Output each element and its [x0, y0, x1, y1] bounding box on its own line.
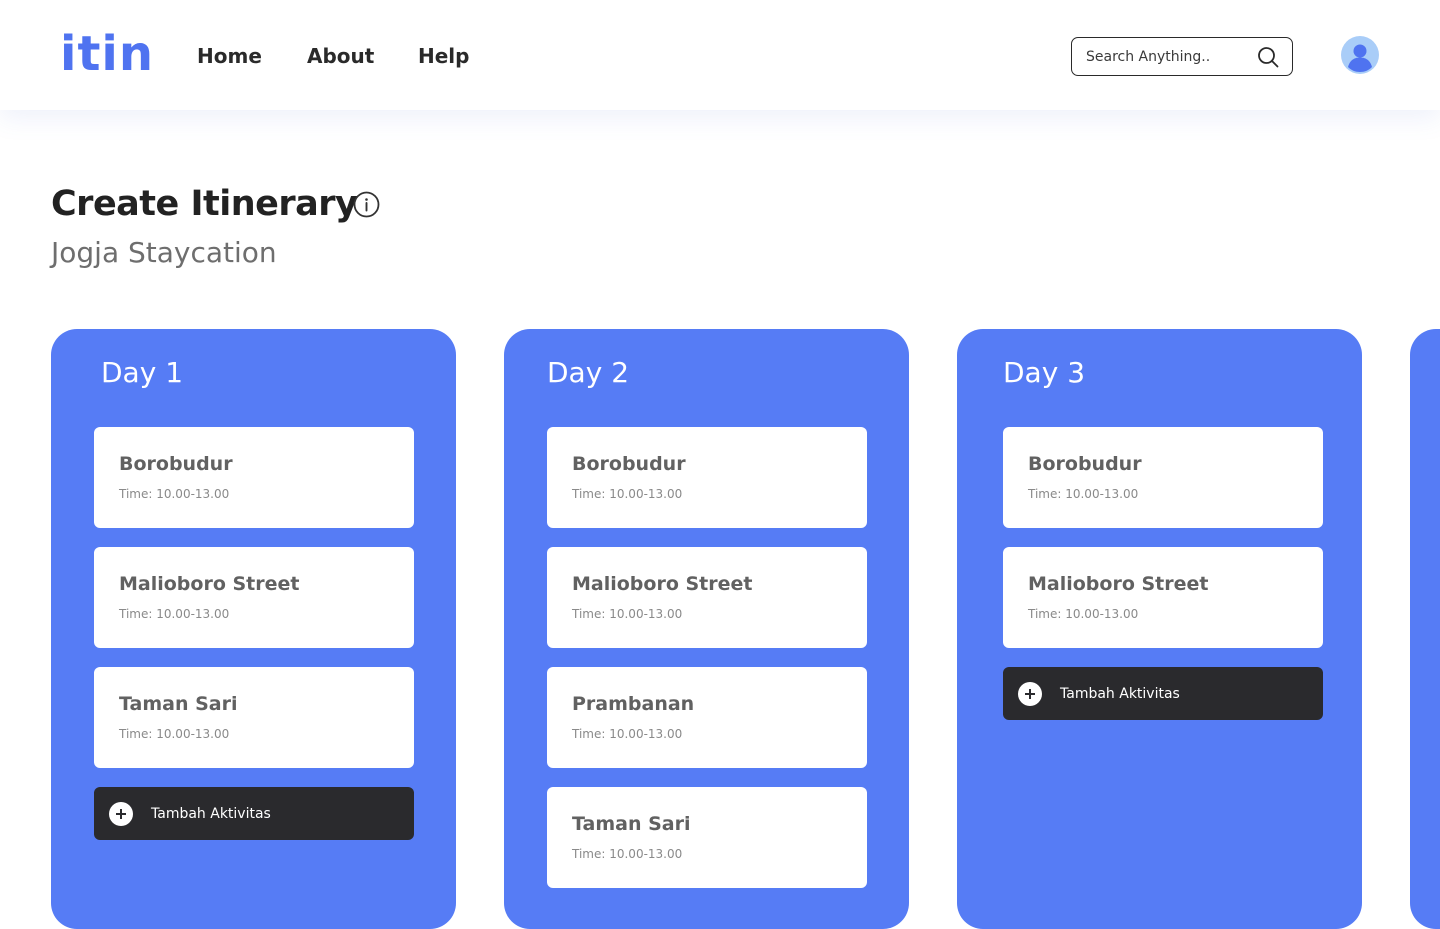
activity-name: Prambanan: [572, 693, 695, 715]
activity-card[interactable]: Taman Sari Time: 10.00-13.00: [547, 787, 867, 888]
add-activity-button[interactable]: Tambah Aktivitas: [94, 787, 414, 840]
add-activity-label: Tambah Aktivitas: [1060, 686, 1180, 702]
activity-name: Borobudur: [572, 453, 686, 475]
activity-card[interactable]: Borobudur Time: 10.00-13.00: [1003, 427, 1323, 528]
day-column-4: [1410, 329, 1440, 929]
activity-card[interactable]: Borobudur Time: 10.00-13.00: [547, 427, 867, 528]
activity-name: Taman Sari: [572, 813, 691, 835]
info-icon[interactable]: [353, 191, 380, 218]
day-column-2: Day 2 Borobudur Time: 10.00-13.00 Maliob…: [504, 329, 909, 929]
activity-card[interactable]: Prambanan Time: 10.00-13.00: [547, 667, 867, 768]
plus-circle-icon: [109, 802, 133, 826]
activity-time: Time: 10.00-13.00: [572, 727, 683, 741]
search-icon[interactable]: [1256, 45, 1280, 69]
day-column-1: Day 1 Borobudur Time: 10.00-13.00 Maliob…: [51, 329, 456, 929]
day-title: Day 1: [101, 356, 184, 389]
day-title: Day 2: [547, 356, 630, 389]
activity-time: Time: 10.00-13.00: [119, 607, 230, 621]
page-title: Create Itinerary: [51, 184, 358, 224]
activity-name: Taman Sari: [119, 693, 238, 715]
activity-card[interactable]: Taman Sari Time: 10.00-13.00: [94, 667, 414, 768]
plus-circle-icon: [1018, 682, 1042, 706]
itin-logo[interactable]: itin: [60, 26, 154, 82]
search-input[interactable]: [1086, 46, 1246, 68]
add-activity-label: Tambah Aktivitas: [151, 806, 271, 822]
activity-time: Time: 10.00-13.00: [119, 727, 230, 741]
nav-link-help[interactable]: Help: [418, 42, 469, 70]
activity-name: Malioboro Street: [1028, 573, 1209, 595]
nav-link-home[interactable]: Home: [197, 42, 262, 70]
day-title: Day 3: [1003, 356, 1086, 389]
activity-name: Malioboro Street: [119, 573, 300, 595]
nav-link-about[interactable]: About: [307, 42, 374, 70]
activity-name: Malioboro Street: [572, 573, 753, 595]
activity-time: Time: 10.00-13.00: [1028, 607, 1139, 621]
user-avatar-icon[interactable]: [1341, 36, 1379, 74]
activity-name: Borobudur: [119, 453, 233, 475]
itinerary-name: Jogja Staycation: [51, 236, 277, 269]
activity-time: Time: 10.00-13.00: [572, 847, 683, 861]
activity-card[interactable]: Malioboro Street Time: 10.00-13.00: [547, 547, 867, 648]
activity-card[interactable]: Malioboro Street Time: 10.00-13.00: [1003, 547, 1323, 648]
activity-card[interactable]: Malioboro Street Time: 10.00-13.00: [94, 547, 414, 648]
activity-time: Time: 10.00-13.00: [119, 487, 230, 501]
activity-time: Time: 10.00-13.00: [1028, 487, 1139, 501]
activity-time: Time: 10.00-13.00: [572, 607, 683, 621]
activity-name: Borobudur: [1028, 453, 1142, 475]
add-activity-button[interactable]: Tambah Aktivitas: [1003, 667, 1323, 720]
search-box: [1071, 37, 1293, 76]
activity-time: Time: 10.00-13.00: [572, 487, 683, 501]
top-navbar: itin Home About Help: [0, 0, 1440, 110]
day-column-3: Day 3 Borobudur Time: 10.00-13.00 Maliob…: [957, 329, 1362, 929]
activity-card[interactable]: Borobudur Time: 10.00-13.00: [94, 427, 414, 528]
